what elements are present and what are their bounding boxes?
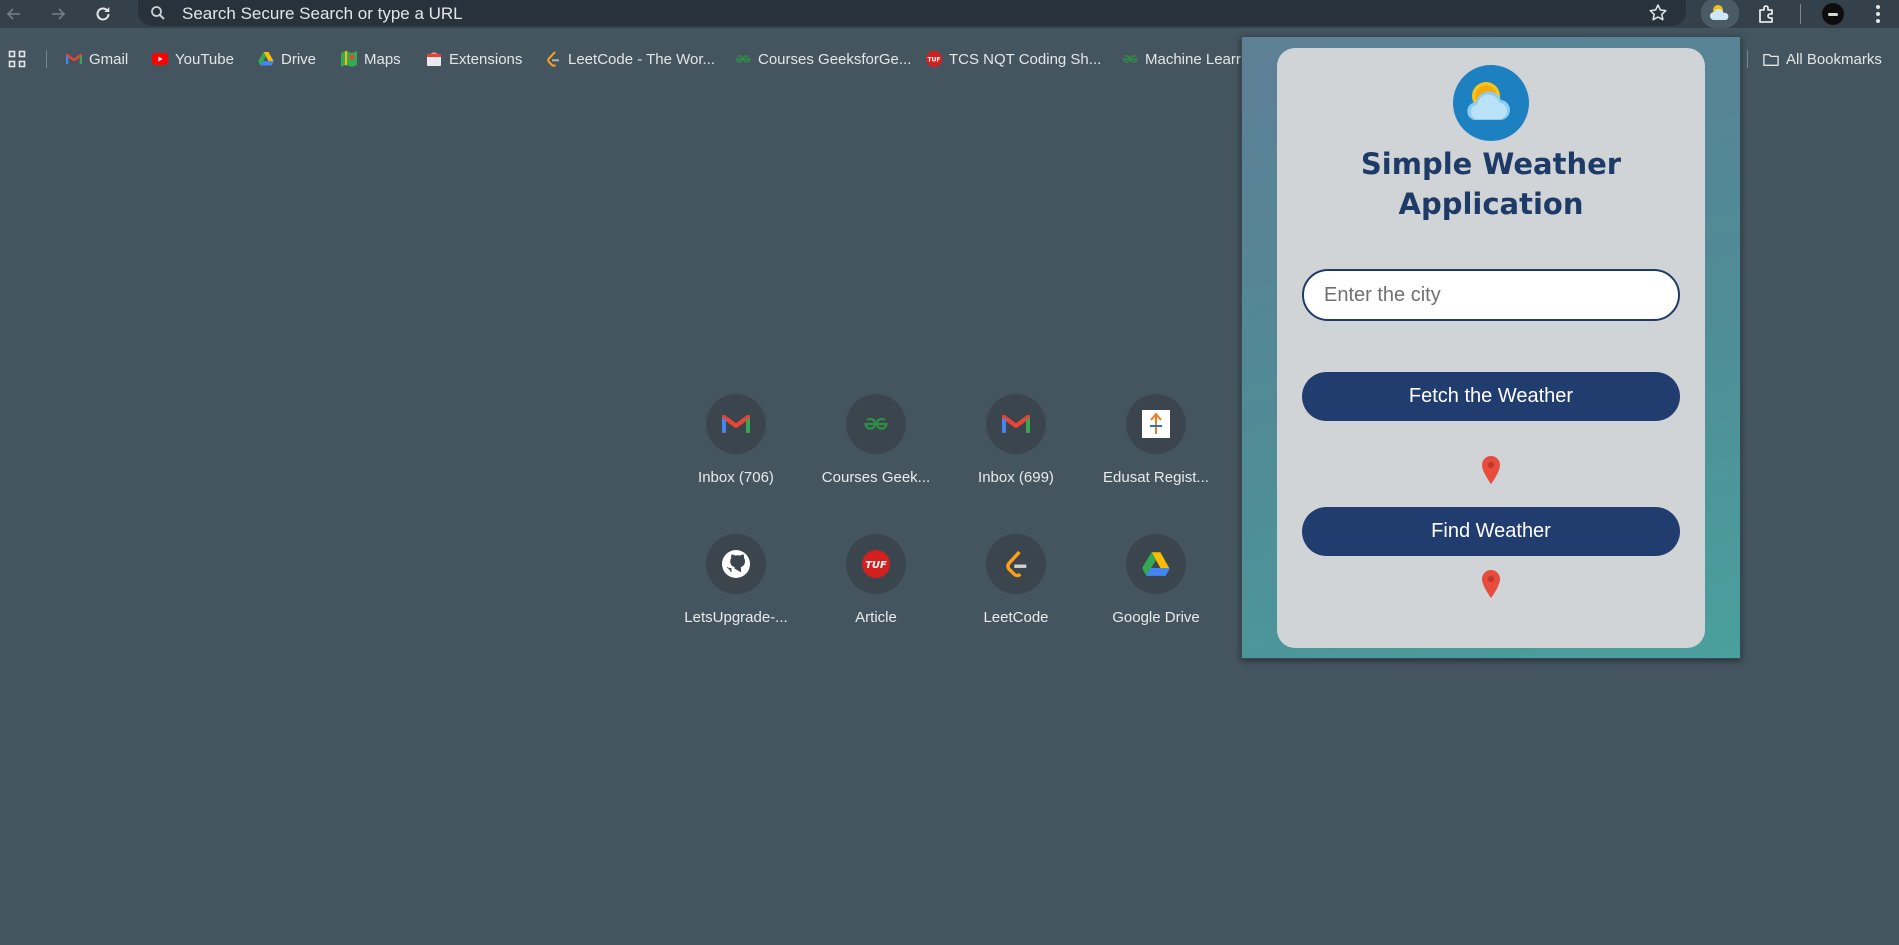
shortcut-edusat[interactable]: Edusat Regist... bbox=[1100, 394, 1212, 514]
profile-button[interactable] bbox=[1821, 0, 1845, 28]
menu-button[interactable] bbox=[1868, 0, 1888, 28]
weather-logo bbox=[1453, 65, 1529, 141]
svg-text:TUF: TUF bbox=[865, 560, 887, 571]
more-vertical-icon bbox=[1876, 5, 1880, 23]
address-bar[interactable]: Search Secure Search or type a URL bbox=[138, 0, 1686, 26]
bookmark-star-icon[interactable] bbox=[1648, 3, 1668, 23]
shortcut-label: Inbox (699) bbox=[978, 469, 1054, 486]
shortcut-label: LetsUpgrade-... bbox=[684, 609, 788, 626]
arrow-left-icon bbox=[6, 8, 20, 20]
folder-icon bbox=[1763, 51, 1779, 67]
geeksforgeeks-icon bbox=[1122, 51, 1138, 67]
shortcut-inbox-699[interactable]: Inbox (699) bbox=[960, 394, 1072, 514]
shortcut-icon-circle bbox=[706, 534, 766, 594]
apps-button[interactable] bbox=[8, 48, 26, 70]
find-weather-button[interactable]: Find Weather bbox=[1302, 507, 1680, 556]
browser-toolbar: Search Secure Search or type a URL bbox=[0, 0, 1899, 28]
svg-text:TUF: TUF bbox=[927, 57, 940, 64]
reload-button[interactable] bbox=[91, 2, 115, 26]
leetcode-icon bbox=[1006, 550, 1027, 578]
bookmark-extensions[interactable]: Extensions bbox=[426, 48, 522, 70]
bookmark-youtube[interactable]: YouTube bbox=[152, 48, 234, 70]
shortcut-icon-circle bbox=[1126, 394, 1186, 454]
youtube-icon bbox=[152, 51, 168, 67]
shortcut-label: Courses Geek... bbox=[821, 469, 931, 486]
extensions-button[interactable] bbox=[1755, 0, 1779, 28]
shortcut-label: Article bbox=[855, 609, 897, 626]
drive-icon bbox=[1142, 551, 1170, 576]
apps-grid-icon bbox=[8, 50, 26, 68]
shortcut-inbox-706[interactable]: Inbox (706) bbox=[680, 394, 792, 514]
city-input[interactable] bbox=[1302, 269, 1680, 321]
gmail-icon bbox=[66, 51, 82, 67]
shortcut-letsupgrade[interactable]: LetsUpgrade-... bbox=[680, 534, 792, 654]
shortcut-article[interactable]: TUF Article bbox=[820, 534, 932, 654]
shortcut-icon-circle: TUF bbox=[846, 534, 906, 594]
gmail-icon bbox=[1002, 414, 1030, 433]
drive-icon bbox=[258, 51, 274, 67]
shortcut-courses-geeks[interactable]: Courses Geek... bbox=[820, 394, 932, 514]
gmail-icon bbox=[722, 414, 750, 433]
weather-card: Simple Weather Application Fetch the Wea… bbox=[1277, 48, 1705, 648]
shortcut-icon-circle bbox=[986, 534, 1046, 594]
back-button[interactable] bbox=[2, 2, 26, 26]
weather-extension-button[interactable] bbox=[1701, 0, 1739, 28]
geeksforgeeks-icon bbox=[735, 51, 751, 67]
forward-button[interactable] bbox=[46, 2, 70, 26]
bookmark-tcs-nqt[interactable]: TUF TCS NQT Coding Sh... bbox=[926, 48, 1101, 70]
all-bookmarks-divider bbox=[1747, 50, 1748, 68]
tuf-icon: TUF bbox=[862, 550, 890, 578]
toolbar-divider bbox=[1800, 4, 1801, 24]
bookmark-drive[interactable]: Drive bbox=[258, 48, 316, 70]
shortcut-label: Inbox (706) bbox=[698, 469, 774, 486]
avatar bbox=[1822, 3, 1844, 25]
bookmark-maps[interactable]: Maps bbox=[341, 48, 401, 70]
shortcut-leetcode[interactable]: LeetCode bbox=[960, 534, 1072, 654]
bookmark-machine-learning[interactable]: Machine Learr bbox=[1122, 48, 1241, 70]
shortcut-label: Google Drive bbox=[1112, 609, 1200, 626]
search-icon bbox=[151, 6, 165, 20]
arrow-right-icon bbox=[52, 8, 66, 20]
weather-extension-popup: Simple Weather Application Fetch the Wea… bbox=[1241, 36, 1741, 659]
shortcut-icon-circle bbox=[706, 394, 766, 454]
leetcode-icon bbox=[545, 51, 561, 67]
extensions-icon bbox=[426, 51, 442, 67]
shortcut-label: LeetCode bbox=[983, 609, 1049, 626]
tuf-icon: TUF bbox=[926, 51, 942, 67]
geeksforgeeks-icon bbox=[864, 417, 888, 430]
address-bar-text: Search Secure Search or type a URL bbox=[182, 4, 463, 23]
sun-cloud-icon bbox=[1467, 82, 1511, 120]
shortcut-icon-circle bbox=[986, 394, 1046, 454]
bookmark-geeksforgeeks[interactable]: Courses GeeksforGe... bbox=[735, 48, 911, 70]
app-title: Simple Weather Application bbox=[1360, 147, 1622, 221]
all-bookmarks-button[interactable]: All Bookmarks bbox=[1763, 48, 1882, 70]
weather-extension-icon bbox=[1710, 5, 1729, 20]
puzzle-icon bbox=[1759, 5, 1773, 23]
fetch-weather-button[interactable]: Fetch the Weather bbox=[1302, 372, 1680, 421]
maps-icon bbox=[341, 51, 357, 67]
bookmark-leetcode[interactable]: LeetCode - The Wor... bbox=[545, 48, 715, 70]
shortcut-icon-circle bbox=[846, 394, 906, 454]
edusat-icon bbox=[1142, 410, 1170, 438]
location-pin-icon bbox=[1482, 456, 1500, 484]
bookmark-gmail[interactable]: Gmail bbox=[66, 48, 128, 70]
shortcut-google-drive[interactable]: Google Drive bbox=[1100, 534, 1212, 654]
reload-icon bbox=[96, 7, 110, 21]
bookmarks-divider bbox=[46, 50, 47, 68]
shortcut-label: Edusat Regist... bbox=[1103, 469, 1209, 486]
github-icon bbox=[722, 550, 750, 578]
shortcut-icon-circle bbox=[1126, 534, 1186, 594]
location-pin-icon bbox=[1482, 570, 1500, 598]
